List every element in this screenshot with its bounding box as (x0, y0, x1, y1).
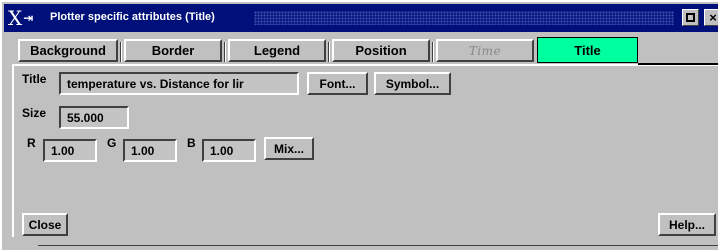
tab-background[interactable]: Background (18, 39, 118, 62)
mix-button[interactable]: Mix... (264, 137, 314, 160)
tab-separator (432, 42, 434, 62)
red-field[interactable]: 1.00 (43, 139, 97, 162)
pin-icon: ⇥ (23, 11, 34, 25)
window-title: Plotter specific attributes (Title) (50, 11, 215, 23)
green-field[interactable]: 1.00 (123, 139, 177, 162)
font-button[interactable]: Font... (307, 72, 368, 95)
tab-title[interactable]: Title (537, 37, 638, 63)
symbol-button[interactable]: Symbol... (374, 72, 451, 95)
blue-field[interactable]: 1.00 (202, 139, 256, 162)
size-label: Size (22, 106, 47, 120)
tab-separator (120, 42, 122, 62)
green-label: G (107, 136, 117, 150)
tab-position[interactable]: Position (332, 39, 430, 62)
red-label: R (27, 136, 36, 150)
close-button[interactable]: Close (22, 213, 68, 236)
close-icon: × (709, 9, 717, 25)
title-text-field[interactable]: temperature vs. Distance for lir (59, 72, 299, 95)
tab-legend[interactable]: Legend (228, 39, 326, 62)
blue-label: B (187, 136, 196, 150)
title-bar-pattern (254, 11, 674, 25)
maximize-button[interactable] (682, 9, 699, 26)
close-window-button[interactable]: × (704, 9, 718, 26)
title-bar[interactable]: X ⇥ Plotter specific attributes (Title) × (4, 4, 718, 32)
window-menu-icon[interactable]: X ⇥ (8, 6, 56, 30)
title-label: Title (22, 72, 47, 86)
tab-separator (224, 42, 226, 62)
tab-border[interactable]: Border (124, 39, 222, 62)
tab-time: Time (436, 39, 534, 62)
panel-top-border (638, 63, 718, 65)
maximize-icon (686, 13, 695, 22)
dialog-window: X ⇥ Plotter specific attributes (Title) ×… (0, 0, 718, 250)
help-button[interactable]: Help... (658, 213, 716, 236)
size-field[interactable]: 55.000 (59, 106, 129, 129)
panel-bottom-border (38, 245, 718, 246)
x-window-icon: X (8, 6, 23, 30)
tab-separator (328, 42, 330, 62)
